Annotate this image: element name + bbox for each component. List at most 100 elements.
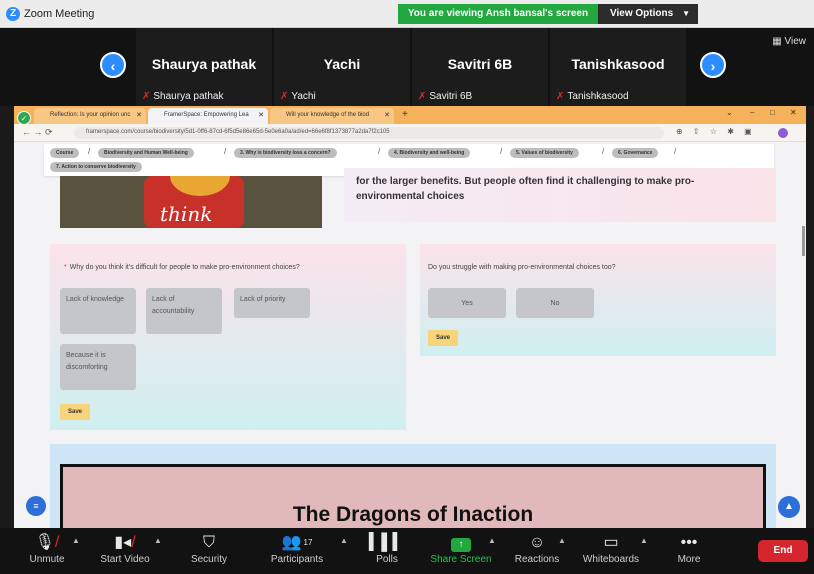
option-button[interactable]: Because it is discomforting <box>60 344 136 390</box>
chevron-down-icon: ▼ <box>682 9 690 18</box>
participants-label: Participants <box>270 554 324 565</box>
close-icon[interactable]: ✕ <box>384 111 390 119</box>
struggle-question-card: Do you struggle with making pro-environm… <box>420 244 776 356</box>
zoom-titlebar: Z Zoom Meeting You are viewing Ansh bans… <box>0 0 814 28</box>
question-text: * Why do you think it's difficult for peo… <box>64 264 300 271</box>
participant-tile[interactable]: Tanishkasood ✗ Tanishkasood <box>550 28 686 106</box>
view-toggle-button[interactable]: ▦ View <box>772 36 806 47</box>
participant-label: ✗ Tanishkasood <box>556 91 629 102</box>
mic-muted-icon: ✗ <box>280 91 289 102</box>
breadcrumb-separator: / <box>602 147 605 156</box>
address-bar: ← → ⟳ framerspace.com/course/biodiversit… <box>14 124 806 142</box>
chevron-up-icon[interactable]: ▲ <box>340 536 348 545</box>
close-window-icon[interactable]: ✕ <box>790 108 797 117</box>
participant-tile[interactable]: Shaurya pathak ✗ Shaurya pathak <box>136 28 272 106</box>
participant-name: Yachi <box>323 56 361 72</box>
close-icon[interactable]: ✕ <box>258 111 264 119</box>
mic-muted-icon: ✗ <box>418 91 427 102</box>
chevron-up-icon[interactable]: ▲ <box>488 536 496 545</box>
scrollbar[interactable] <box>802 226 805 256</box>
presenter-indicator-icon: ✓ <box>17 111 31 125</box>
option-button[interactable]: Lack of accountability <box>146 288 222 334</box>
participant-tile[interactable]: Savitri 6B ✗ Savitri 6B <box>412 28 548 106</box>
chevron-down-icon[interactable]: ⌄ <box>726 108 733 117</box>
yes-option-button[interactable]: Yes <box>428 288 506 318</box>
breadcrumb-separator: / <box>224 147 227 156</box>
participant-name: Savitri 6B <box>447 56 513 72</box>
whiteboard-icon: ▭ <box>603 534 619 551</box>
browser-tab[interactable]: FramerSpace: Empowering Lea ✕ <box>148 108 268 124</box>
question-text: Do you struggle with making pro-environm… <box>428 264 616 271</box>
profile-avatar[interactable] <box>778 128 788 138</box>
breadcrumb-item[interactable]: 4. Biodiversity and well-being <box>388 148 471 158</box>
chevron-up-icon[interactable]: ▲ <box>640 536 648 545</box>
participant-label: ✗ Shaurya pathak <box>142 91 224 102</box>
unmute-label: Unmute <box>29 554 65 565</box>
start-video-button[interactable]: ▮◂/ Start Video <box>90 532 160 565</box>
end-meeting-button[interactable]: End <box>758 540 808 562</box>
chevron-up-icon[interactable]: ▲ <box>72 536 80 545</box>
chevron-up-icon[interactable]: ▲ <box>154 536 162 545</box>
breadcrumb-separator: / <box>378 147 381 156</box>
intro-text: for the larger benefits. But people ofte… <box>356 176 695 202</box>
maximize-icon[interactable]: □ <box>770 108 775 117</box>
start-video-label: Start Video <box>100 554 150 565</box>
required-marker: * <box>64 264 67 271</box>
participants-icon: 👥 17 <box>281 534 313 551</box>
new-tab-button[interactable]: + <box>402 109 408 120</box>
browser-tabbar: Reflection: Is your opinion unc ✕ FramerS… <box>14 106 806 124</box>
view-options-label: View Options <box>610 8 674 19</box>
zoom-logo-icon: Z <box>6 7 20 21</box>
breadcrumb-item[interactable]: Biodiversity and Human Well-being <box>98 148 194 158</box>
browser-tab[interactable]: Reflection: Is your opinion unc ✕ <box>34 108 146 124</box>
breadcrumb-separator: / <box>88 147 91 156</box>
security-label: Security <box>190 554 228 565</box>
more-button[interactable]: ••• More <box>654 532 724 565</box>
shield-icon: ⛉ <box>202 534 215 551</box>
zoom-toolbar: 🎙/ Unmute ▲ ▮◂/ Start Video ▲ ⛉ Security… <box>0 528 814 574</box>
polls-button[interactable]: ▍▌▍ Polls <box>352 532 422 565</box>
browser-tab[interactable]: Will your knowledge of the biod ✕ <box>270 108 394 124</box>
think-image: think <box>60 176 322 228</box>
save-button[interactable]: Save <box>60 404 90 420</box>
save-button[interactable]: Save <box>428 330 458 346</box>
prev-page-button[interactable]: ‹ <box>100 52 126 78</box>
polls-icon: ▍▌▍ <box>369 534 405 551</box>
share-screen-button[interactable]: ↑ Share Screen <box>426 532 496 565</box>
grid-icon: ▦ <box>772 36 785 47</box>
close-icon[interactable]: ✕ <box>136 111 142 119</box>
viewing-banner: You are viewing Ansh bansal's screen <box>398 4 598 24</box>
extension-icons[interactable]: ⊕ ⇧ ☆ ✱ ▣ <box>676 127 756 136</box>
shared-screen: Reflection: Is your opinion unc ✕ FramerS… <box>14 106 806 528</box>
mic-muted-icon: ✗ <box>556 91 565 102</box>
breadcrumb-item[interactable]: 6. Governance <box>612 148 659 158</box>
breadcrumb-item[interactable]: 5. Values of biodiversity <box>510 148 579 158</box>
chat-menu-icon[interactable]: ≡ <box>26 496 46 516</box>
breadcrumb-item[interactable]: 7. Action to conserve biodiversity <box>50 162 142 172</box>
minimize-icon[interactable]: – <box>750 108 754 117</box>
polls-label: Polls <box>376 554 398 565</box>
breadcrumb-item[interactable]: Course <box>50 148 80 158</box>
breadcrumb-separator: / <box>674 147 677 156</box>
window-title: Zoom Meeting <box>24 8 95 20</box>
mic-muted-icon: ✗ <box>142 91 151 102</box>
whiteboards-label: Whiteboards <box>582 554 640 565</box>
participant-tile[interactable]: Yachi ✗ Yachi <box>274 28 410 106</box>
chevron-up-icon[interactable]: ▲ <box>558 536 566 545</box>
url-input[interactable]: framerspace.com/course/biodiversity/5d1-… <box>74 127 664 139</box>
dragons-banner: The Dragons of Inaction <box>60 464 766 528</box>
no-option-button[interactable]: No <box>516 288 594 318</box>
whiteboards-button[interactable]: ▭ Whiteboards <box>576 532 646 565</box>
nav-buttons[interactable]: ← → ⟳ <box>22 127 53 138</box>
view-options-button[interactable]: View Options ▼ <box>598 4 698 24</box>
more-label: More <box>677 554 701 565</box>
breadcrumb-item[interactable]: 3. Why is biodiversity loss a concern? <box>234 148 337 158</box>
scroll-up-icon[interactable]: ▲ <box>778 496 800 518</box>
next-page-button[interactable]: › <box>700 52 726 78</box>
more-icon: ••• <box>680 534 698 551</box>
participants-button[interactable]: 👥 17 Participants <box>262 532 332 565</box>
security-button[interactable]: ⛉ Security <box>174 532 244 565</box>
option-button[interactable]: Lack of priority <box>234 288 310 318</box>
participant-label: ✗ Savitri 6B <box>418 91 473 102</box>
option-button[interactable]: Lack of knowledge <box>60 288 136 334</box>
